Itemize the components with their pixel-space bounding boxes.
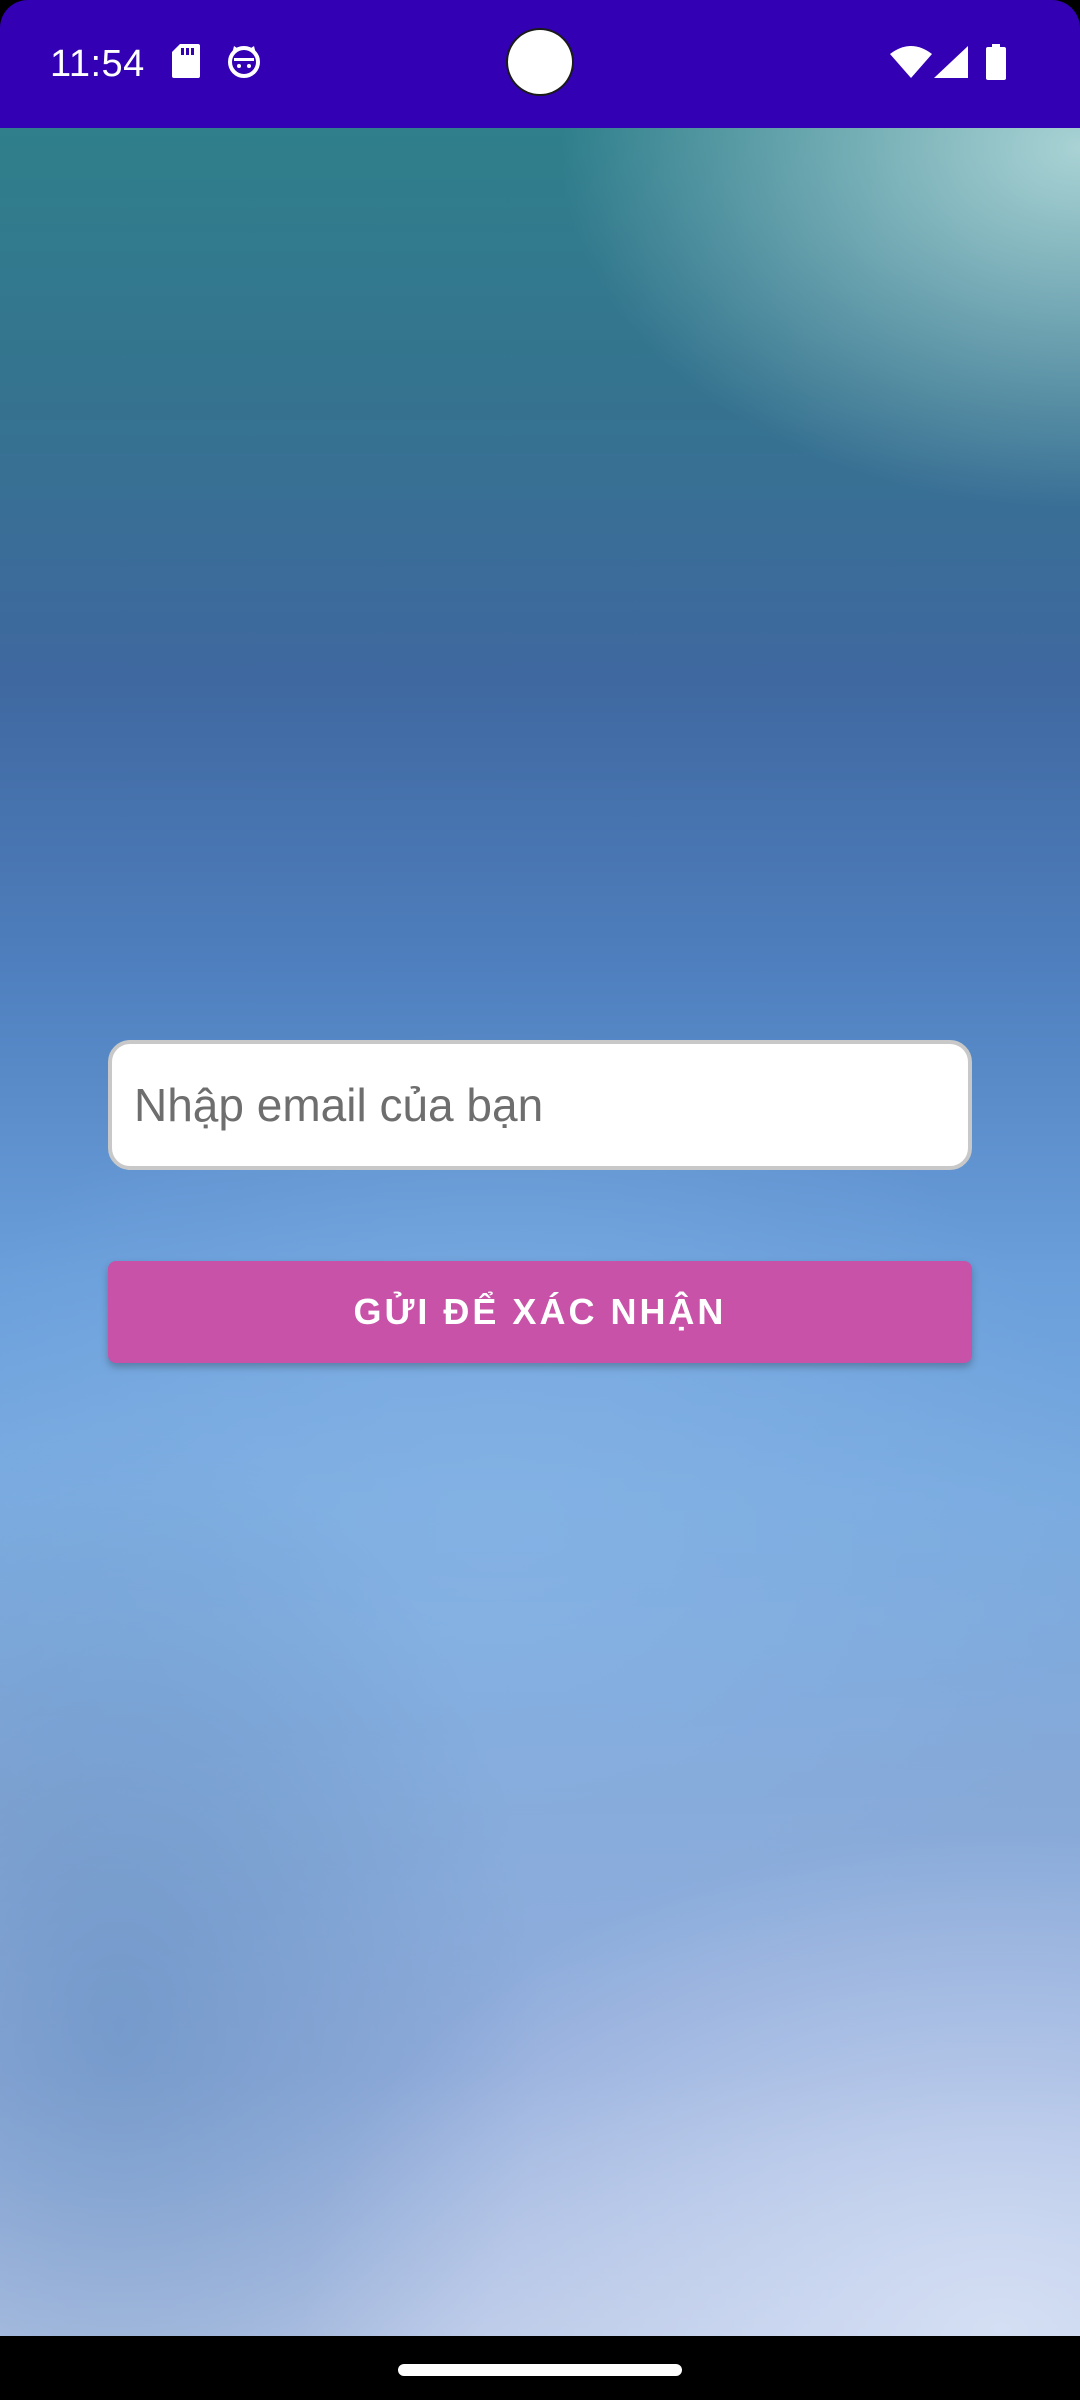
navigation-bar — [0, 2336, 1080, 2400]
sd-card-icon — [172, 44, 200, 78]
status-bar: 11:54 — [0, 0, 1080, 128]
cat-face-icon — [228, 46, 260, 78]
login-background — [0, 128, 1080, 2336]
wifi-icon — [890, 46, 932, 78]
phone-screen: 11:54 GỬI ĐỂ XÁC NHẬN — [0, 0, 1080, 2400]
cell-signal-icon — [934, 46, 968, 78]
home-gesture-handle[interactable] — [398, 2364, 682, 2376]
battery-icon — [986, 44, 1006, 80]
submit-confirm-button[interactable]: GỬI ĐỂ XÁC NHẬN — [108, 1261, 972, 1363]
camera-cutout — [508, 30, 572, 94]
status-time: 11:54 — [50, 43, 145, 85]
email-input[interactable] — [108, 1040, 972, 1170]
